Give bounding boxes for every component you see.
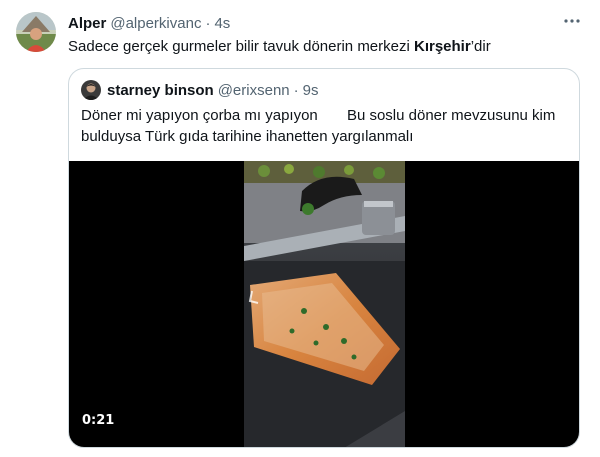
separator-dot: · xyxy=(293,81,299,99)
quoted-tweet-text: Döner mi yapıyon çorba mı yapıyon Bu sos… xyxy=(81,105,567,147)
author-avatar[interactable] xyxy=(16,12,56,52)
tweet[interactable]: Alper @alperkivanc · 4s Sadece gerçek gu… xyxy=(0,0,600,457)
more-horizontal-icon xyxy=(563,12,581,35)
tweet-text-part2: ’dir xyxy=(470,38,491,55)
quoted-tweet[interactable]: starney binson @erixsenn · 9s Döner mi y… xyxy=(68,68,580,448)
tweet-timestamp[interactable]: 4s xyxy=(214,15,230,32)
tweet-text-part1: Sadece gerçek gurmeler bilir tavuk döner… xyxy=(68,38,414,55)
video-duration: 0:21 xyxy=(82,413,115,428)
video-player[interactable]: 0:21 xyxy=(69,161,579,447)
quoted-author-name: starney binson xyxy=(107,81,214,99)
tweet-text: Sadece gerçek gurmeler bilir tavuk döner… xyxy=(68,37,491,57)
quoted-tweet-timestamp: 9s xyxy=(302,81,319,99)
author-name[interactable]: Alper xyxy=(68,15,106,32)
tweet-header: Alper @alperkivanc · 4s xyxy=(68,13,230,33)
quoted-author-handle: @erixsenn xyxy=(217,81,290,99)
tweet-text-bold: Kırşehir xyxy=(414,38,471,55)
quoted-text-line: bulduysa Türk gıda tarihine ihanetten ya… xyxy=(81,128,414,145)
separator-dot: · xyxy=(205,14,211,32)
quoted-text-line: Döner mi yapıyon çorba mı yapıyon Bu sos… xyxy=(81,107,556,124)
author-handle[interactable]: @alperkivanc xyxy=(110,15,201,32)
more-options-button[interactable] xyxy=(560,11,584,35)
quoted-tweet-header: starney binson @erixsenn · 9s xyxy=(81,80,318,100)
video-frame xyxy=(244,161,405,447)
quoted-author-avatar xyxy=(81,80,101,100)
